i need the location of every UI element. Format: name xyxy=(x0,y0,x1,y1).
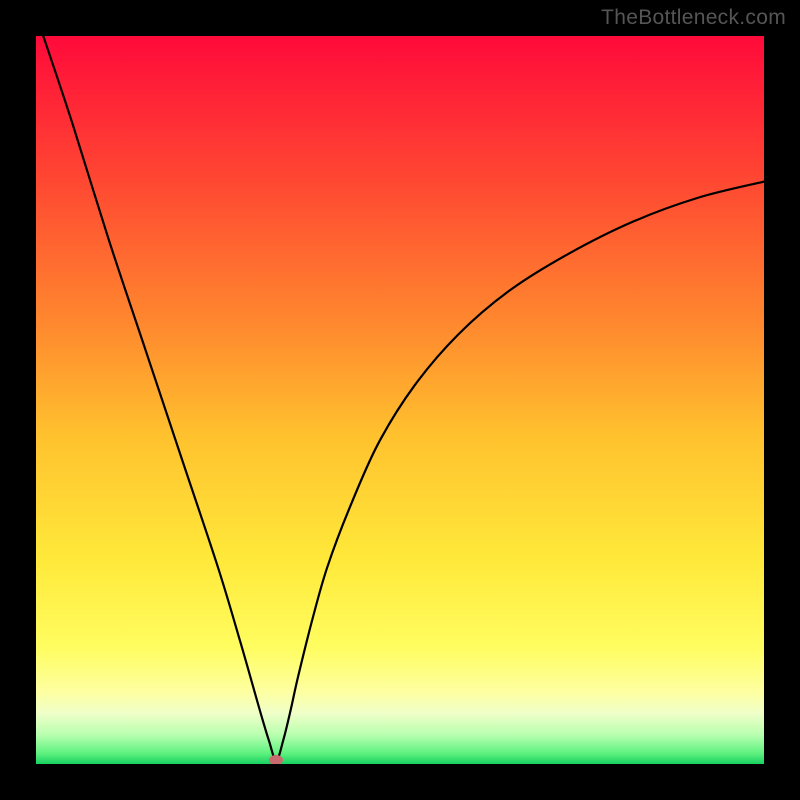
plot-area xyxy=(36,36,764,764)
bottleneck-curve xyxy=(36,36,764,764)
minimum-marker xyxy=(269,755,283,764)
curve-path xyxy=(43,36,764,760)
watermark-text: TheBottleneck.com xyxy=(601,6,786,30)
chart-stage: TheBottleneck.com xyxy=(0,0,800,800)
